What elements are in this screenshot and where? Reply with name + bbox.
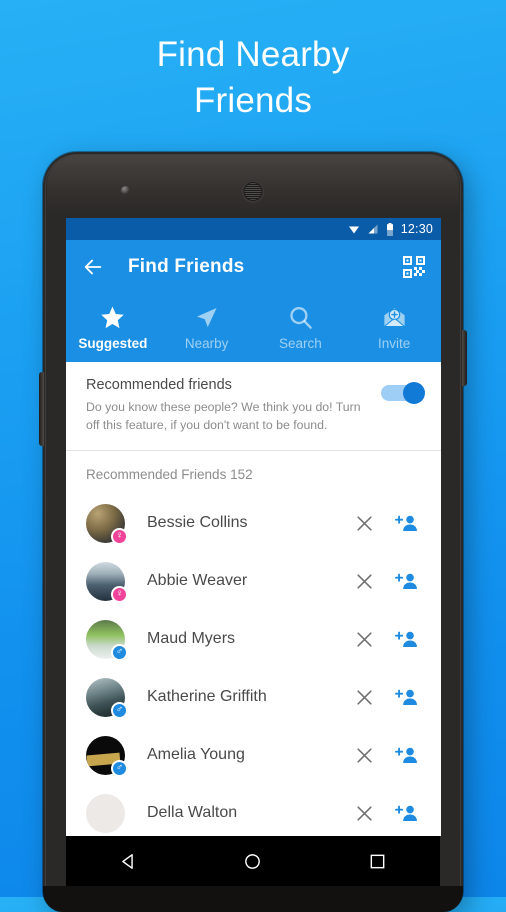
status-bar-icons — [348, 222, 394, 236]
promo-line-1: Find Nearby — [156, 35, 350, 74]
nav-back-icon — [122, 853, 133, 869]
back-arrow-icon — [84, 259, 102, 275]
recommended-card-description: Do you know these people? We think you d… — [86, 400, 361, 433]
friend-name: Della Walton — [147, 804, 238, 822]
phone-chin — [43, 886, 463, 912]
nav-back-button[interactable] — [108, 841, 148, 881]
list-item[interactable]: ♂ Katherine Griffith — [66, 668, 441, 727]
add-person-icon — [394, 689, 417, 705]
nav-recents-button[interactable] — [358, 841, 398, 881]
avatar: ♀ — [86, 503, 128, 545]
nav-home-button[interactable] — [233, 841, 273, 881]
dismiss-button[interactable] — [347, 738, 381, 772]
tab-label: Invite — [377, 335, 411, 351]
close-icon — [356, 806, 372, 821]
list-item[interactable]: Della Walton — [66, 784, 441, 836]
tab-label: Suggested — [78, 335, 148, 351]
front-camera-icon — [121, 186, 130, 195]
friend-name: Bessie Collins — [147, 514, 248, 532]
recommended-friends-toggle[interactable] — [381, 382, 425, 404]
add-person-icon — [394, 805, 417, 821]
gender-badge: ♂ — [111, 701, 128, 719]
list-item[interactable]: ♂ Amelia Young — [66, 726, 441, 785]
avatar: ♂ — [86, 619, 128, 661]
add-friend-button[interactable] — [387, 738, 425, 772]
avatar — [86, 793, 125, 833]
dismiss-button[interactable] — [347, 622, 381, 656]
recommended-card-title: Recommended friends — [86, 377, 232, 393]
app-bar: Find Friends — [66, 240, 441, 294]
tab-label: Search — [278, 335, 322, 351]
avatar: ♀ — [86, 561, 128, 603]
add-friend-button[interactable] — [387, 564, 425, 598]
avatar-image — [86, 793, 125, 833]
tab-invite[interactable]: Invite — [347, 294, 441, 360]
friend-name: Abbie Weaver — [147, 572, 248, 590]
phone-device: 12:30 Find Friends Suggested Nearby Sear… — [39, 152, 467, 912]
list-item[interactable]: ♂ Maud Myers — [66, 610, 441, 669]
phone-screen: 12:30 Find Friends Suggested Nearby Sear… — [66, 218, 441, 836]
gender-badge: ♂ — [111, 643, 128, 661]
close-icon — [356, 690, 372, 705]
dismiss-button[interactable] — [347, 796, 381, 830]
promo-line-2: Friends — [193, 81, 313, 121]
add-person-icon — [394, 515, 417, 531]
battery-icon — [386, 222, 393, 236]
earpiece-speaker-icon — [241, 180, 265, 203]
add-person-icon — [394, 747, 417, 763]
proximity-sensor-icon — [397, 189, 403, 195]
close-icon — [356, 748, 372, 763]
list-item[interactable]: ♀ Abbie Weaver — [66, 552, 441, 611]
friend-name: Katherine Griffith — [147, 688, 267, 706]
recommended-friends-card: Recommended friends Do you know these pe… — [66, 362, 441, 452]
toggle-thumb — [403, 382, 425, 404]
dismiss-button[interactable] — [347, 680, 381, 714]
android-nav-bar — [66, 836, 440, 886]
tab-search[interactable]: Search — [254, 294, 348, 360]
nav-home-icon — [245, 853, 261, 869]
qr-code-icon — [403, 256, 425, 278]
tab-nearby[interactable]: Nearby — [160, 294, 254, 360]
list-item[interactable]: ♀ Bessie Collins — [66, 494, 441, 553]
status-bar: 12:30 — [66, 218, 441, 240]
back-button[interactable] — [80, 254, 106, 280]
dismiss-button[interactable] — [347, 564, 381, 598]
star-icon — [101, 305, 125, 328]
add-friend-button[interactable] — [387, 680, 425, 714]
tab-bar: Suggested Nearby Search Invite — [66, 294, 441, 362]
dismiss-button[interactable] — [347, 506, 381, 540]
page-title: Find Friends — [128, 256, 245, 277]
close-icon — [356, 516, 372, 531]
recommended-card-text: Recommended friends Do you know these pe… — [86, 377, 381, 434]
section-header: Recommended Friends 152 — [86, 467, 253, 483]
volume-button[interactable] — [39, 372, 44, 446]
add-person-icon — [394, 631, 417, 647]
gender-badge: ♀ — [111, 585, 128, 603]
qr-code-button[interactable] — [401, 254, 427, 280]
add-friend-button[interactable] — [387, 622, 425, 656]
tab-label: Nearby — [184, 335, 229, 351]
add-person-icon — [394, 573, 417, 589]
friend-name: Amelia Young — [147, 746, 245, 764]
recommended-friends-list: ♀ Bessie Collins ♀ Abbie Weaver ♂ Maud M… — [66, 494, 441, 836]
power-button[interactable] — [462, 330, 467, 386]
status-bar-clock: 12:30 — [400, 222, 433, 236]
envelope-plus-icon — [382, 307, 406, 327]
add-friend-button[interactable] — [387, 796, 425, 830]
friend-name: Maud Myers — [147, 630, 236, 648]
close-icon — [356, 574, 372, 589]
gender-badge: ♀ — [111, 527, 128, 545]
signal-icon — [368, 224, 378, 234]
tab-suggested[interactable]: Suggested — [66, 294, 160, 360]
add-friend-button[interactable] — [387, 506, 425, 540]
avatar: ♂ — [86, 677, 128, 719]
close-icon — [356, 632, 372, 647]
search-icon — [290, 306, 312, 329]
avatar: ♂ — [86, 735, 128, 777]
promo-heading: Find Nearby Friends — [0, 32, 506, 124]
navigate-icon — [197, 307, 217, 327]
nav-recents-icon — [370, 854, 385, 868]
wifi-icon — [348, 226, 359, 234]
gender-badge: ♂ — [111, 759, 128, 777]
